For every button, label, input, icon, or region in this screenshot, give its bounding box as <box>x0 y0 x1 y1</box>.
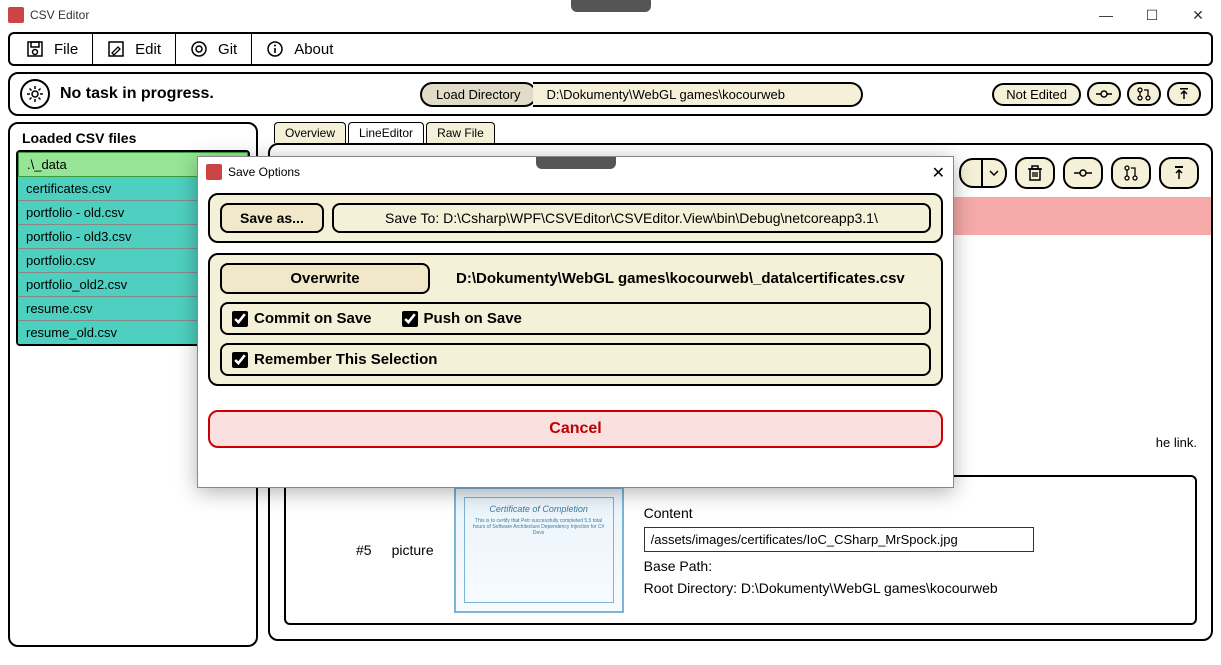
dialog-app-icon <box>206 164 222 180</box>
add-button[interactable] <box>959 158 983 188</box>
tab-lineeditor[interactable]: LineEditor <box>348 122 424 143</box>
minimize-button[interactable]: — <box>1083 0 1129 30</box>
gear-icon <box>20 79 50 109</box>
tab-overview[interactable]: Overview <box>274 122 346 143</box>
overwrite-section: Overwrite D:\Dokumenty\WebGL games\kocou… <box>208 253 943 386</box>
push-checkbox-input[interactable] <box>402 311 418 327</box>
directory-path: D:\Dokumenty\WebGL games\kocourweb <box>533 82 863 107</box>
tab-rawfile[interactable]: Raw File <box>426 122 495 143</box>
remember-row: Remember This Selection <box>220 343 931 376</box>
remember-checkbox-input[interactable] <box>232 352 248 368</box>
save-icon <box>26 40 44 58</box>
menubar: File Edit Git About <box>8 32 1213 66</box>
taskbar-right-controls: Not Edited <box>992 82 1201 106</box>
delete-button[interactable] <box>1015 157 1055 189</box>
push-label: Push on Save <box>424 310 522 327</box>
git-icon <box>190 40 208 58</box>
directory-group: Load Directory D:\Dokumenty\WebGL games\… <box>420 82 863 107</box>
dialog-title: Save Options <box>228 165 300 179</box>
window-notch <box>571 0 651 12</box>
save-checkboxes: Commit on Save Push on Save <box>220 302 931 335</box>
titlebar: CSV Editor — ☐ ✕ <box>0 0 1221 30</box>
window-title: CSV Editor <box>30 8 89 22</box>
basepath-label: Base Path: <box>644 558 1185 574</box>
cancel-button[interactable]: Cancel <box>208 410 943 448</box>
maximize-button[interactable]: ☐ <box>1129 0 1175 30</box>
save-options-dialog: Save Options ✕ Save as... Save To: D:\Cs… <box>197 156 954 488</box>
edit-icon <box>107 40 125 58</box>
link-hint-text: he link. <box>1156 435 1197 450</box>
menu-file[interactable]: File <box>12 34 93 64</box>
pull-request-button[interactable] <box>1111 157 1151 189</box>
pull-request-icon[interactable] <box>1127 82 1161 106</box>
cert-title: Certificate of Completion <box>489 504 588 514</box>
task-status: No task in progress. <box>60 85 214 103</box>
editor-row-5: #5 picture Certificate of Completion Thi… <box>284 475 1197 625</box>
cert-body: This is to certify that Petr successfull… <box>471 518 607 536</box>
edit-status-pill: Not Edited <box>992 83 1081 106</box>
push-on-save-checkbox[interactable]: Push on Save <box>402 310 522 327</box>
window-controls: — ☐ ✕ <box>1083 0 1221 30</box>
row-index: #5 <box>356 542 372 558</box>
push-button[interactable] <box>1159 157 1199 189</box>
remember-label: Remember This Selection <box>254 351 437 368</box>
remember-checkbox[interactable]: Remember This Selection <box>232 351 437 368</box>
certificate-image: Certificate of Completion This is to cer… <box>454 487 624 613</box>
dialog-close-button[interactable]: ✕ <box>932 163 945 183</box>
menu-file-label: File <box>54 41 78 58</box>
push-icon[interactable] <box>1167 82 1201 106</box>
row-key: picture <box>392 542 434 558</box>
commit-button[interactable] <box>1063 157 1103 189</box>
commit-label: Commit on Save <box>254 310 372 327</box>
menu-git-label: Git <box>218 41 237 58</box>
dialog-notch <box>536 157 616 169</box>
commit-checkbox-input[interactable] <box>232 311 248 327</box>
sidebar-title: Loaded CSV files <box>16 130 250 146</box>
save-to-path: Save To: D:\Csharp\WPF\CSVEditor\CSVEdit… <box>332 203 931 233</box>
dialog-titlebar: Save Options ✕ <box>198 157 953 187</box>
save-as-section: Save as... Save To: D:\Csharp\WPF\CSVEdi… <box>208 193 943 243</box>
info-icon <box>266 40 284 58</box>
tool-row <box>959 157 1199 189</box>
close-button[interactable]: ✕ <box>1175 0 1221 30</box>
load-directory-button[interactable]: Load Directory <box>420 82 537 107</box>
add-dropdown[interactable] <box>983 158 1007 188</box>
menu-about-label: About <box>294 41 333 58</box>
menu-edit-label: Edit <box>135 41 161 58</box>
dialog-body: Save as... Save To: D:\Csharp\WPF\CSVEdi… <box>198 187 953 454</box>
content-label: Content <box>644 505 1185 521</box>
rootdir-text: Root Directory: D:\Dokumenty\WebGL games… <box>644 580 1185 596</box>
add-split-button[interactable] <box>959 158 1007 188</box>
commit-icon[interactable] <box>1087 82 1121 106</box>
menu-edit[interactable]: Edit <box>93 34 176 64</box>
overwrite-button[interactable]: Overwrite <box>220 263 430 294</box>
taskbar: No task in progress. Load Directory D:\D… <box>8 72 1213 116</box>
save-as-button[interactable]: Save as... <box>220 203 324 233</box>
overwrite-path: D:\Dokumenty\WebGL games\kocourweb\_data… <box>438 270 931 287</box>
menu-about[interactable]: About <box>252 34 347 64</box>
commit-on-save-checkbox[interactable]: Commit on Save <box>232 310 372 327</box>
tab-row: Overview LineEditor Raw File <box>274 122 1213 143</box>
content-input[interactable] <box>644 527 1034 552</box>
row-fields: Content Base Path: Root Directory: D:\Do… <box>644 505 1185 596</box>
menu-git[interactable]: Git <box>176 34 252 64</box>
app-icon <box>8 7 24 23</box>
